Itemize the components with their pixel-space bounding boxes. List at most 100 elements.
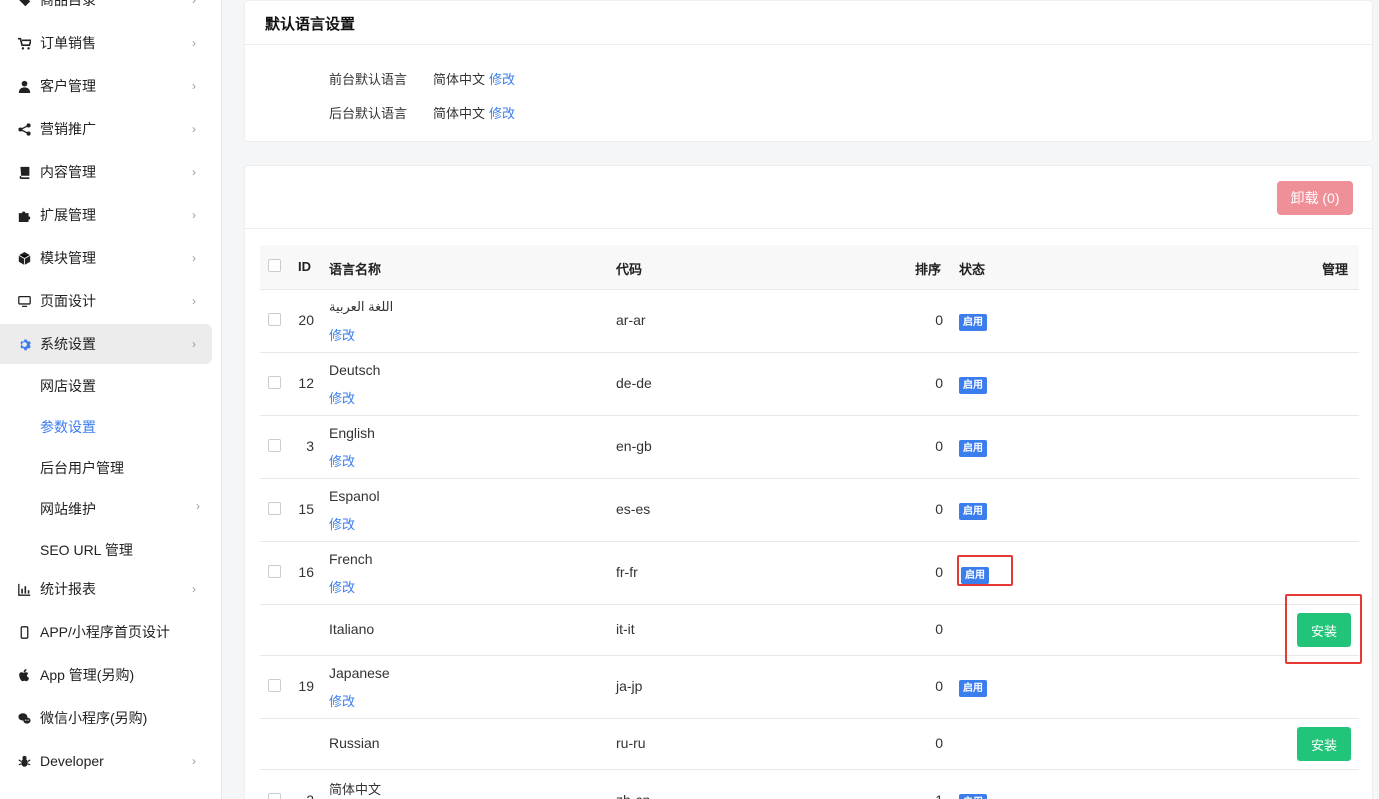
backend-language-value: 简体中文 xyxy=(433,106,486,121)
uninstall-button[interactable]: 卸载 (0) xyxy=(1277,181,1353,215)
status-badge: 启用 xyxy=(961,567,989,584)
row-checkbox[interactable] xyxy=(268,376,281,389)
table-header: ID 语言名称 代码 排序 状态 管理 xyxy=(260,245,1359,290)
cart-icon xyxy=(17,36,31,50)
status-badge: 启用 xyxy=(959,680,987,697)
install-button[interactable]: 安装 xyxy=(1297,613,1351,647)
sidebar-sub-maintenance[interactable]: 网站维护 › xyxy=(40,499,200,519)
row-edit-link[interactable]: 修改 xyxy=(329,451,355,470)
row-name: Espanol xyxy=(329,488,380,504)
sidebar-item-app-management[interactable]: App 管理(另购) xyxy=(0,655,212,695)
row-edit-link[interactable]: 修改 xyxy=(329,514,355,533)
sidebar-item-marketing[interactable]: 营销推广 › xyxy=(0,109,212,149)
row-code: fr-fr xyxy=(616,564,638,580)
header-name: 语言名称 xyxy=(329,262,382,277)
sidebar-item-label: 扩展管理 xyxy=(40,207,96,223)
row-checkbox[interactable] xyxy=(268,439,281,452)
sidebar-item-developer[interactable]: Developer › xyxy=(0,741,212,781)
sidebar-item-label: 模块管理 xyxy=(40,250,96,266)
sidebar-item-label: 统计报表 xyxy=(40,581,96,597)
chevron-right-icon: › xyxy=(196,499,200,513)
sidebar-item-label: 营销推广 xyxy=(40,121,96,137)
table-row: 3 English 修改 en-gb 0 启用 xyxy=(260,416,1359,479)
row-name: Russian xyxy=(329,735,380,751)
divider xyxy=(245,44,1372,45)
row-sort: 0 xyxy=(935,501,943,517)
row-checkbox[interactable] xyxy=(268,793,281,799)
tag-icon xyxy=(17,0,31,7)
row-checkbox[interactable] xyxy=(268,565,281,578)
sidebar-item-app-design[interactable]: APP/小程序首页设计 xyxy=(0,612,212,652)
sidebar-sub-seo-url[interactable]: SEO URL 管理 xyxy=(40,540,133,560)
user-icon xyxy=(17,79,31,93)
install-button[interactable]: 安装 xyxy=(1297,727,1351,761)
chevron-right-icon: › xyxy=(192,754,196,768)
row-code: ru-ru xyxy=(616,735,646,751)
sidebar-item-wechat[interactable]: 微信小程序(另购) xyxy=(0,698,212,738)
select-all-checkbox[interactable] xyxy=(268,259,281,272)
row-id: 20 xyxy=(298,312,314,328)
row-code: en-gb xyxy=(616,438,652,454)
row-edit-link[interactable]: 修改 xyxy=(329,325,355,344)
row-code: es-es xyxy=(616,501,651,517)
header-id: ID xyxy=(298,259,311,274)
row-code: zh-cn xyxy=(616,792,650,799)
row-name: اللغة العربية xyxy=(329,299,394,314)
row-sort: 1 xyxy=(903,792,943,799)
row-checkbox[interactable] xyxy=(268,679,281,692)
row-id: 15 xyxy=(298,501,314,517)
chevron-right-icon: › xyxy=(192,122,196,136)
row-checkbox[interactable] xyxy=(268,502,281,515)
sidebar-item-orders[interactable]: 订单销售 › xyxy=(0,23,212,63)
cube-icon xyxy=(17,251,31,265)
sidebar-item-customers[interactable]: 客户管理 › xyxy=(0,66,212,106)
frontend-language-edit-link[interactable]: 修改 xyxy=(489,72,515,87)
gear-icon xyxy=(17,337,31,351)
sidebar-item-extensions[interactable]: 扩展管理 › xyxy=(0,195,212,235)
sidebar-item-content[interactable]: 内容管理 › xyxy=(0,152,212,192)
language-list-card: 卸载 (0) ID 语言名称 代码 排序 状态 管理 20 اللغة العر… xyxy=(244,165,1373,799)
chevron-right-icon: › xyxy=(192,208,196,222)
row-id: 19 xyxy=(298,678,314,694)
status-badge: 启用 xyxy=(959,377,987,394)
frontend-default-language: 前台默认语言 简体中文 修改 xyxy=(329,69,515,88)
row-id: 12 xyxy=(298,375,314,391)
chevron-right-icon: › xyxy=(192,165,196,179)
row-edit-link[interactable]: 修改 xyxy=(329,691,355,710)
backend-language-label: 后台默认语言 xyxy=(329,106,408,121)
row-sort: 0 xyxy=(935,564,943,580)
row-sort: 0 xyxy=(935,621,943,637)
sidebar-item-page-design[interactable]: 页面设计 › xyxy=(0,281,212,321)
sidebar-item-label: 商品目录 xyxy=(40,0,96,8)
sidebar-item-label: 页面设计 xyxy=(40,293,96,309)
sidebar-item-system-settings[interactable]: 系统设置 › xyxy=(0,324,212,364)
sidebar-item-label: 订单销售 xyxy=(40,35,96,51)
backend-default-language: 后台默认语言 简体中文 修改 xyxy=(329,103,515,122)
sidebar-item-label: 微信小程序(另购) xyxy=(40,710,148,726)
row-sort: 0 xyxy=(935,735,943,751)
header-manage: 管理 xyxy=(1322,262,1349,277)
row-name: 简体中文 xyxy=(329,782,382,797)
table-row: Italiano it-it 0 安装 xyxy=(260,605,1359,656)
sidebar-item-label: Developer xyxy=(40,753,104,769)
sidebar-sub-store-settings[interactable]: 网店设置 xyxy=(40,376,96,396)
chevron-right-icon: › xyxy=(192,337,196,351)
row-sort: 0 xyxy=(935,678,943,694)
row-name: English xyxy=(329,425,375,441)
row-checkbox[interactable] xyxy=(268,313,281,326)
sidebar-item-modules[interactable]: 模块管理 › xyxy=(0,238,212,278)
table-row: 20 اللغة العربية 修改 ar-ar 0 启用 xyxy=(260,290,1359,353)
row-code: de-de xyxy=(616,375,652,391)
row-edit-link[interactable]: 修改 xyxy=(329,577,355,596)
sidebar-item-reports[interactable]: 统计报表 › xyxy=(0,569,212,609)
header-status: 状态 xyxy=(959,262,986,277)
frontend-language-value: 简体中文 xyxy=(433,72,486,87)
book-icon xyxy=(17,165,31,179)
table-row: 16 French 修改 fr-fr 0 启用 xyxy=(260,542,1359,605)
wechat-icon xyxy=(17,711,31,725)
sidebar-item-catalog[interactable]: 商品目录 › xyxy=(0,0,212,20)
row-edit-link[interactable]: 修改 xyxy=(329,388,355,407)
sidebar-sub-parameter-settings[interactable]: 参数设置 xyxy=(40,417,96,437)
backend-language-edit-link[interactable]: 修改 xyxy=(489,106,515,121)
sidebar-sub-admin-users[interactable]: 后台用户管理 xyxy=(40,458,124,478)
